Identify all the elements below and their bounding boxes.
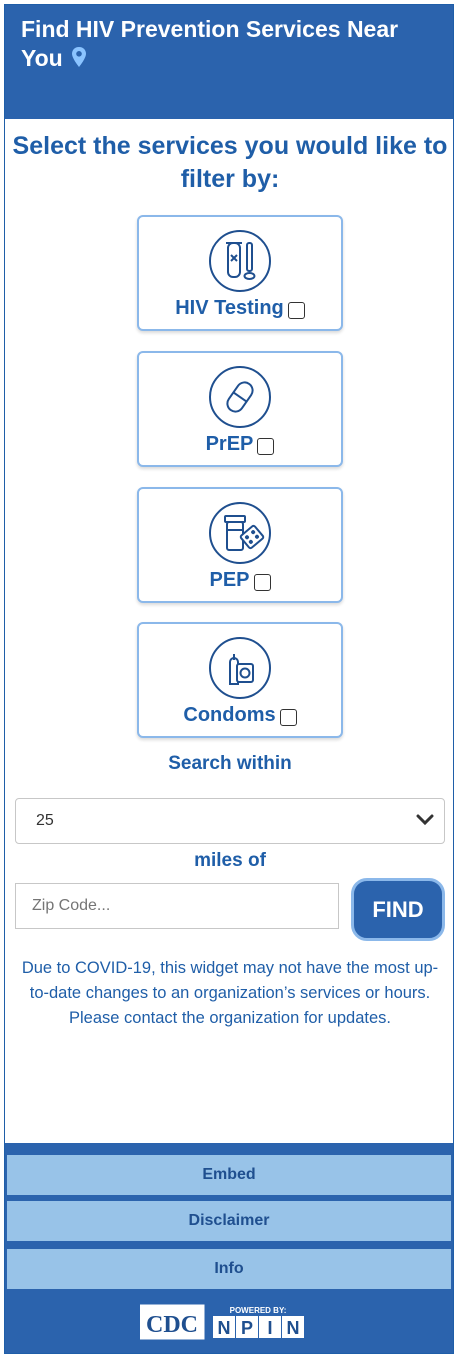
condom-icon [209,637,271,699]
chevron-down-icon [416,813,434,832]
zip-code-input[interactable] [15,883,339,929]
condoms-checkbox[interactable] [279,709,297,726]
service-card-prep[interactable]: PrEP [137,351,343,467]
find-button[interactable]: FIND [351,878,445,941]
filter-heading: Select the services you would like to fi… [12,132,448,193]
service-label-hiv-testing: HIV Testing [175,297,284,319]
miles-select[interactable]: 25 [15,798,445,844]
service-label-condoms: Condoms [183,704,276,726]
svg-text:POWERED BY:: POWERED BY: [230,1306,287,1315]
miles-of-label: miles of [194,850,266,871]
hiv-services-widget: Find HIV Prevention Services Near You Se… [4,4,454,1354]
service-card-hiv-testing[interactable]: HIV Testing [137,215,343,331]
svg-text:N: N [218,1318,231,1338]
service-label-pep: PEP [209,569,250,591]
embed-button[interactable]: Embed [5,1153,453,1197]
map-pin-icon [71,46,87,75]
miles-select-value: 25 [36,812,54,829]
widget-header: Find HIV Prevention Services Near You [5,5,453,119]
disclaimer-button[interactable]: Disclaimer [5,1199,453,1243]
info-button[interactable]: Info [5,1247,453,1291]
svg-text:P: P [241,1318,253,1338]
pill-bottle-icon [209,502,271,564]
service-card-condoms[interactable]: Condoms [137,622,343,738]
footer-logos: CDC POWERED BY: N P I N [139,1304,310,1345]
hiv-testing-checkbox[interactable] [287,302,305,319]
service-card-pep[interactable]: PEP [137,487,343,603]
pill-icon [209,366,271,428]
service-label-prep: PrEP [205,433,254,455]
test-tube-icon [209,230,271,292]
cdc-npin-logo: CDC POWERED BY: N P I N [139,1304,304,1340]
svg-text:CDC: CDC [146,1312,198,1338]
prep-checkbox[interactable] [257,438,275,455]
pep-checkbox[interactable] [253,574,271,591]
svg-text:N: N [287,1318,300,1338]
search-within-label: Search within [168,753,292,774]
svg-text:I: I [267,1318,272,1338]
covid-notice: Due to COVID-19, this widget may not hav… [21,959,439,1027]
